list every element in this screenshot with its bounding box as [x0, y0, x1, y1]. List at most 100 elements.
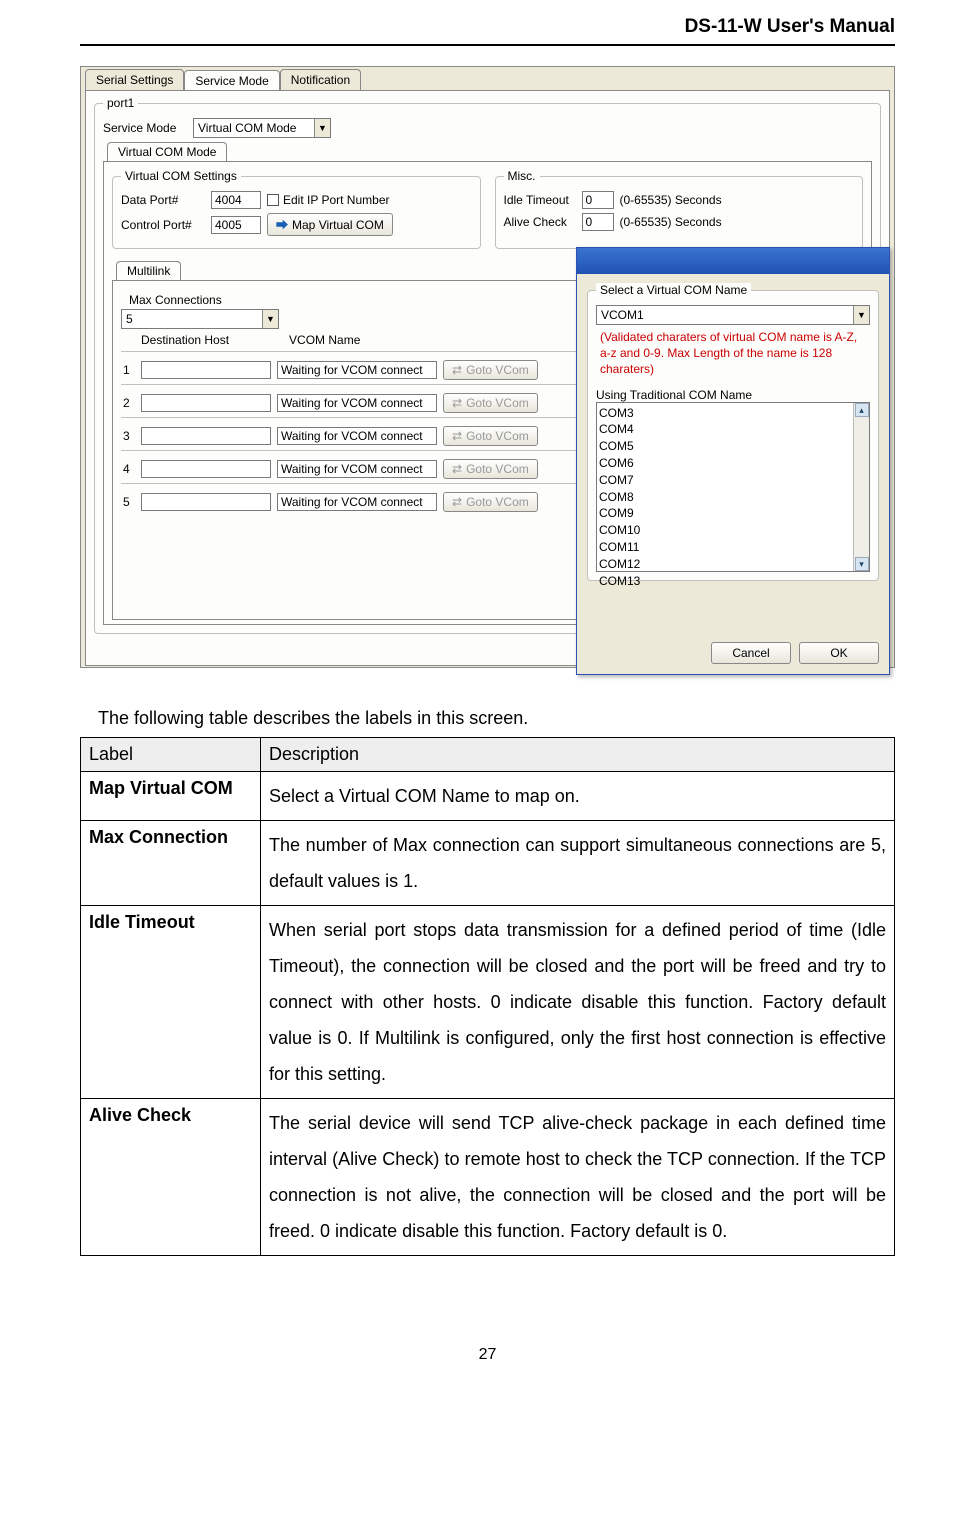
ok-button[interactable]: OK	[799, 642, 879, 664]
row-number: 1	[123, 363, 135, 377]
table-row: Map Virtual COM Select a Virtual COM Nam…	[81, 772, 895, 821]
idle-timeout-label: Idle Timeout	[504, 193, 576, 207]
th-label: Label	[81, 738, 261, 772]
select-vcom-group: Select a Virtual COM Name VCOM1 ▼ (Valid…	[587, 290, 879, 581]
dialog-titlebar[interactable]	[577, 248, 889, 274]
goto-vcom-label: Goto VCom	[466, 495, 529, 509]
list-item[interactable]: COM8	[599, 489, 867, 506]
destination-host-input[interactable]	[141, 427, 271, 445]
control-port-input[interactable]: 4005	[211, 216, 261, 234]
list-item[interactable]: COM11	[599, 539, 867, 556]
row-number: 4	[123, 462, 135, 476]
goto-vcom-label: Goto VCom	[466, 396, 529, 410]
goto-vcom-button[interactable]: ⇄ Goto VCom	[443, 459, 538, 479]
select-vcom-legend: Select a Virtual COM Name	[596, 283, 751, 297]
list-item[interactable]: COM7	[599, 472, 867, 489]
chevron-down-icon: ▼	[262, 310, 278, 328]
col-vcom-name: VCOM Name	[289, 333, 360, 347]
link-icon: ⇄	[452, 495, 462, 509]
screenshot-panel: Serial Settings Service Mode Notificatio…	[80, 66, 895, 668]
max-connections-value: 5	[122, 312, 262, 326]
scroll-down-icon[interactable]: ▾	[855, 557, 869, 571]
cell-label: Alive Check	[81, 1099, 261, 1256]
list-item[interactable]: COM13	[599, 573, 867, 590]
destination-host-input[interactable]	[141, 460, 271, 478]
misc-legend: Misc.	[504, 169, 540, 183]
select-vcom-dialog: Select a Virtual COM Name VCOM1 ▼ (Valid…	[576, 247, 890, 675]
tab-service-mode[interactable]: Service Mode	[184, 70, 279, 91]
list-item[interactable]: COM10	[599, 522, 867, 539]
vcom-name-input[interactable]: Waiting for VCOM connect	[277, 394, 437, 412]
vcom-name-input[interactable]: Waiting for VCOM connect	[277, 460, 437, 478]
goto-vcom-button[interactable]: ⇄ Goto VCom	[443, 360, 538, 380]
tab-serial-settings[interactable]: Serial Settings	[85, 69, 184, 90]
destination-host-input[interactable]	[141, 394, 271, 412]
vcom-name-input[interactable]: Waiting for VCOM connect	[277, 427, 437, 445]
goto-vcom-button[interactable]: ⇄ Goto VCom	[443, 426, 538, 446]
link-icon: ⇄	[452, 429, 462, 443]
link-icon: ⇄	[452, 363, 462, 377]
port1-legend: port1	[103, 96, 138, 110]
vcom-settings-group: Virtual COM Settings Data Port# 4004 Edi…	[112, 176, 481, 249]
col-destination-host: Destination Host	[141, 333, 229, 347]
scroll-up-icon[interactable]: ▴	[855, 403, 869, 417]
destination-host-input[interactable]	[141, 493, 271, 511]
alive-check-hint: (0-65535) Seconds	[620, 215, 722, 229]
vcom-name-input[interactable]: Waiting for VCOM connect	[277, 493, 437, 511]
goto-vcom-button[interactable]: ⇄ Goto VCom	[443, 393, 538, 413]
vcom-name-dropdown[interactable]: VCOM1 ▼	[596, 305, 870, 325]
page-number: 27	[80, 1346, 895, 1364]
cell-label: Map Virtual COM	[81, 772, 261, 821]
row-number: 5	[123, 495, 135, 509]
table-row: Idle Timeout When serial port stops data…	[81, 906, 895, 1099]
tab-virtual-com-mode[interactable]: Virtual COM Mode	[107, 142, 227, 161]
traditional-com-listbox[interactable]: COM3 COM4 COM5 COM6 COM7 COM8 COM9 COM10…	[596, 402, 870, 572]
goto-vcom-button[interactable]: ⇄ Goto VCom	[443, 492, 538, 512]
list-item[interactable]: COM3	[599, 405, 867, 422]
service-mode-label: Service Mode	[103, 121, 187, 135]
idle-timeout-input[interactable]: 0	[582, 191, 614, 209]
link-arrow-icon: ⮕	[276, 216, 288, 233]
alive-check-input[interactable]: 0	[582, 213, 614, 231]
vcom-name-validation-note: (Validated charaters of virtual COM name…	[600, 329, 866, 378]
service-mode-value: Virtual COM Mode	[194, 121, 314, 135]
checkbox-icon	[267, 194, 279, 206]
goto-vcom-label: Goto VCom	[466, 429, 529, 443]
alive-check-label: Alive Check	[504, 215, 576, 229]
cell-label: Max Connection	[81, 821, 261, 906]
destination-host-input[interactable]	[141, 361, 271, 379]
list-item[interactable]: COM4	[599, 421, 867, 438]
misc-group: Misc. Idle Timeout 0 (0-65535) Seconds A…	[495, 176, 864, 249]
scrollbar[interactable]: ▴ ▾	[853, 403, 869, 571]
cell-desc: Select a Virtual COM Name to map on.	[261, 772, 895, 821]
list-item[interactable]: COM5	[599, 438, 867, 455]
edit-ip-port-label: Edit IP Port Number	[283, 193, 390, 207]
cell-desc: The number of Max connection can support…	[261, 821, 895, 906]
control-port-label: Control Port#	[121, 218, 205, 232]
th-description: Description	[261, 738, 895, 772]
edit-ip-port-checkbox[interactable]: Edit IP Port Number	[267, 193, 390, 207]
table-intro-text: The following table describes the labels…	[98, 708, 895, 729]
cancel-button[interactable]: Cancel	[711, 642, 791, 664]
chevron-down-icon: ▼	[314, 119, 330, 137]
traditional-com-label: Using Traditional COM Name	[596, 388, 870, 402]
row-number: 3	[123, 429, 135, 443]
row-number: 2	[123, 396, 135, 410]
data-port-input[interactable]: 4004	[211, 191, 261, 209]
list-item[interactable]: COM12	[599, 556, 867, 573]
max-connections-dropdown[interactable]: 5 ▼	[121, 309, 279, 329]
vcom-name-dropdown-value: VCOM1	[597, 308, 853, 322]
vcom-name-input[interactable]: Waiting for VCOM connect	[277, 361, 437, 379]
map-virtual-com-button[interactable]: ⮕ Map Virtual COM	[267, 213, 393, 236]
description-table: Label Description Map Virtual COM Select…	[80, 737, 895, 1256]
goto-vcom-label: Goto VCom	[466, 462, 529, 476]
service-mode-dropdown[interactable]: Virtual COM Mode ▼	[193, 118, 331, 138]
list-item[interactable]: COM6	[599, 455, 867, 472]
list-item[interactable]: COM9	[599, 505, 867, 522]
cell-desc: When serial port stops data transmission…	[261, 906, 895, 1099]
tab-notification[interactable]: Notification	[280, 69, 361, 90]
tab-multilink[interactable]: Multilink	[116, 261, 181, 280]
vcom-settings-legend: Virtual COM Settings	[121, 169, 241, 183]
idle-timeout-hint: (0-65535) Seconds	[620, 193, 722, 207]
cell-label: Idle Timeout	[81, 906, 261, 1099]
